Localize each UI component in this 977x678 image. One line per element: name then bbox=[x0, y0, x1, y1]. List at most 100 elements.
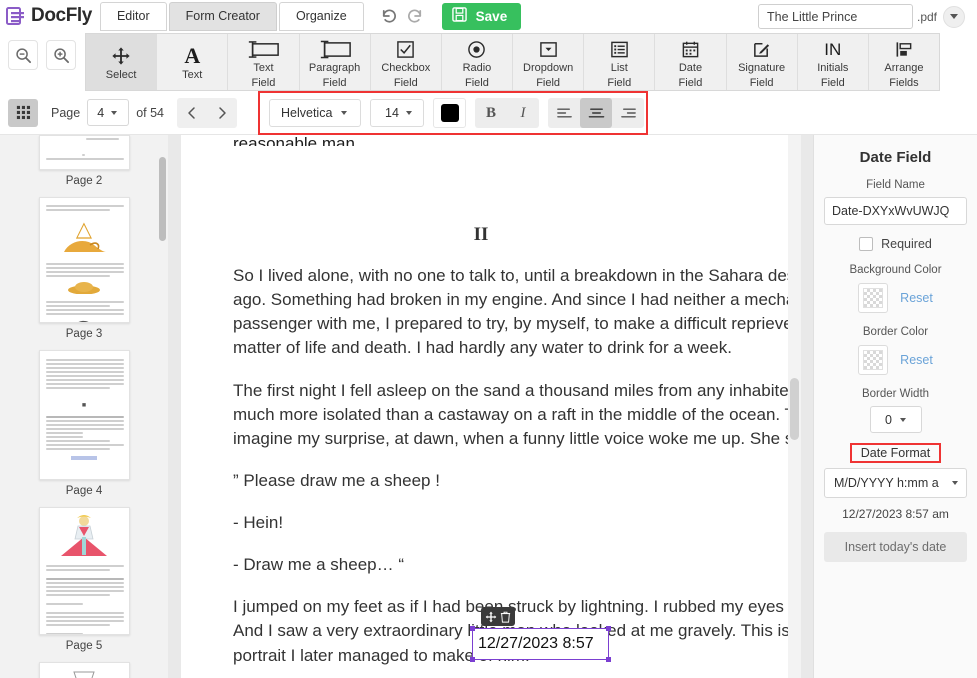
border-color-reset[interactable]: Reset bbox=[900, 353, 933, 367]
tool-sublabel: Field bbox=[679, 77, 703, 89]
border-color-swatch[interactable] bbox=[858, 345, 888, 375]
thumbnail-preview bbox=[39, 662, 130, 678]
save-label: Save bbox=[476, 9, 508, 24]
zoom-controls bbox=[8, 40, 76, 70]
tool-label: Select bbox=[106, 69, 137, 81]
font-family-select[interactable]: Helvetica bbox=[269, 99, 361, 127]
move-arrows-icon bbox=[111, 45, 131, 67]
sidebar-scrollbar-thumb[interactable] bbox=[159, 157, 166, 241]
required-checkbox[interactable] bbox=[859, 237, 873, 251]
panel-title: Date Field bbox=[824, 149, 967, 166]
thumbnail-item[interactable]: Page 5 bbox=[0, 507, 168, 652]
tool-dropdown-field[interactable]: Dropdown Field bbox=[513, 34, 584, 90]
zoom-in-button[interactable] bbox=[46, 40, 76, 70]
dropdown-icon bbox=[539, 38, 558, 60]
date-format-label-highlighted: Date Format bbox=[850, 443, 941, 463]
border-width-label: Border Width bbox=[824, 388, 967, 400]
file-extension: .pdf bbox=[917, 10, 937, 24]
filename-input[interactable] bbox=[758, 4, 913, 29]
save-button[interactable]: Save bbox=[442, 3, 522, 30]
italic-button[interactable]: I bbox=[507, 98, 539, 128]
thumbnail-item-current[interactable]: ■ Page 4 bbox=[0, 350, 168, 497]
chevron-down-icon bbox=[900, 418, 906, 422]
tool-sublabel: Field bbox=[465, 77, 489, 89]
font-size-select[interactable]: 14 bbox=[370, 99, 424, 127]
move-handle-icon[interactable] bbox=[485, 611, 497, 623]
tool-label: Dropdown bbox=[523, 62, 573, 74]
date-format-select[interactable]: M/D/YYYY h:mm a bbox=[824, 468, 967, 498]
align-right-button[interactable] bbox=[612, 98, 644, 128]
tool-label: Paragraph bbox=[309, 62, 360, 74]
bold-button[interactable]: B bbox=[475, 98, 507, 128]
prev-page-button[interactable] bbox=[177, 98, 207, 128]
chevron-down-icon bbox=[406, 111, 412, 115]
thumbnail-item[interactable]: △ bbox=[0, 197, 168, 340]
grid-view-button[interactable] bbox=[8, 99, 38, 127]
resize-handle-tr[interactable] bbox=[606, 626, 611, 631]
page-thumbnails-sidebar[interactable]: Page 2 △ bbox=[0, 135, 168, 678]
undo-icon[interactable] bbox=[378, 6, 399, 27]
align-center-button[interactable] bbox=[580, 98, 612, 128]
redo-icon[interactable] bbox=[405, 6, 426, 27]
tool-checkbox-field[interactable]: Checkbox Field bbox=[371, 34, 442, 90]
letter-a-icon: A bbox=[184, 45, 200, 67]
thumbnail-preview bbox=[39, 135, 130, 170]
tool-paragraph-field[interactable]: Paragraph Field bbox=[300, 34, 371, 90]
tool-arrange-fields[interactable]: Arrange Fields bbox=[869, 34, 939, 90]
checkbox-icon bbox=[396, 38, 415, 60]
page-number-select[interactable]: 4 bbox=[87, 99, 129, 126]
paragraph: ” Please draw me a sheep ! bbox=[181, 469, 801, 493]
file-menu-chevron-down-icon[interactable] bbox=[943, 6, 965, 28]
tool-select[interactable]: Select bbox=[86, 34, 157, 90]
zoom-in-icon bbox=[53, 47, 70, 64]
insert-todays-date-button[interactable]: Insert today's date bbox=[824, 532, 967, 562]
tool-label: Date bbox=[679, 62, 702, 74]
resize-handle-br[interactable] bbox=[606, 657, 611, 662]
document-scrollbar[interactable] bbox=[788, 135, 801, 678]
radio-icon bbox=[467, 38, 486, 60]
tab-organize[interactable]: Organize bbox=[279, 2, 364, 31]
tool-sublabel: Field bbox=[750, 77, 774, 89]
text-color-button[interactable] bbox=[433, 98, 466, 128]
zoom-out-button[interactable] bbox=[8, 40, 38, 70]
tool-list-field[interactable]: List Field bbox=[584, 34, 655, 90]
document-scrollbar-thumb[interactable] bbox=[790, 378, 799, 440]
page-number-value: 4 bbox=[97, 106, 104, 120]
tool-text-field[interactable]: Text Field bbox=[228, 34, 299, 90]
align-right-icon bbox=[620, 106, 637, 120]
date-field-value: 12/27/2023 8:57 bbox=[478, 635, 594, 653]
align-center-icon bbox=[588, 106, 605, 120]
paragraph: - Draw me a sheep… “ bbox=[181, 553, 801, 577]
thumbnail-list: Page 2 △ bbox=[0, 135, 168, 678]
page-label: Page bbox=[51, 106, 80, 120]
thumbnail-item[interactable]: Page 2 bbox=[0, 135, 168, 187]
tool-sublabel: Field bbox=[323, 77, 347, 89]
background-color-reset[interactable]: Reset bbox=[900, 291, 933, 305]
resize-handle-tl[interactable] bbox=[470, 626, 475, 631]
tool-date-field[interactable]: Date Field bbox=[655, 34, 726, 90]
next-page-button[interactable] bbox=[207, 98, 237, 128]
field-name-input[interactable] bbox=[824, 197, 967, 225]
date-field-widget[interactable]: 12/27/2023 8:57 bbox=[472, 628, 609, 660]
sidebar-scrollbar[interactable] bbox=[157, 135, 168, 678]
page-navigation: Page 4 of 54 bbox=[51, 98, 237, 128]
border-width-select[interactable]: 0 bbox=[870, 406, 922, 433]
tab-editor[interactable]: Editor bbox=[100, 2, 167, 31]
background-color-swatch[interactable] bbox=[858, 283, 888, 313]
bold-italic-group: B I bbox=[475, 98, 539, 128]
document-viewport: reasonable man. II So I lived alone, wit… bbox=[168, 135, 813, 678]
text-field-icon bbox=[246, 38, 280, 60]
align-left-button[interactable] bbox=[548, 98, 580, 128]
tool-text[interactable]: A Text bbox=[157, 34, 228, 90]
resize-handle-bl[interactable] bbox=[470, 657, 475, 662]
tool-radio-field[interactable]: Radio Field bbox=[442, 34, 513, 90]
list-icon bbox=[610, 38, 629, 60]
thumbnail-item[interactable] bbox=[0, 662, 168, 678]
tool-initials-field[interactable]: IN Initials Field bbox=[798, 34, 869, 90]
thumbnail-preview: △ bbox=[39, 197, 130, 323]
grid-view-icon bbox=[15, 104, 32, 121]
docfly-app: DocFly Editor Form Creator Organize bbox=[0, 0, 977, 678]
tool-signature-field[interactable]: Signature Field bbox=[727, 34, 798, 90]
tab-form-creator[interactable]: Form Creator bbox=[169, 2, 277, 31]
trash-icon[interactable] bbox=[500, 611, 511, 623]
